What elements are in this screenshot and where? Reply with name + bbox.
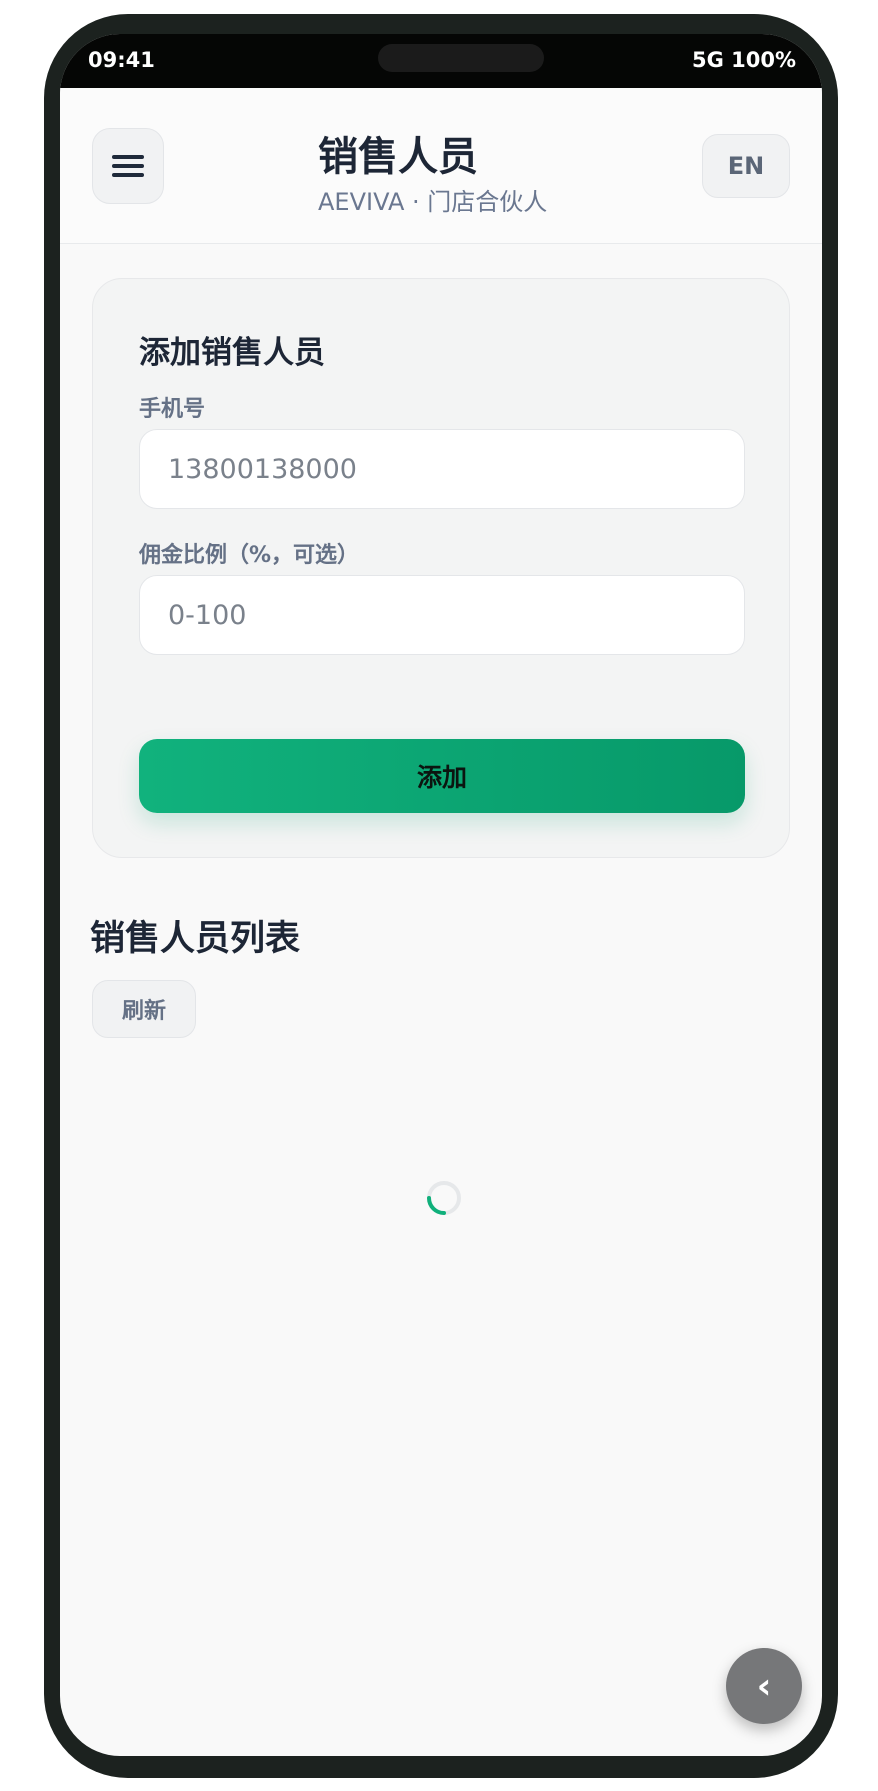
page-header: 销售人员 AEVIVA · 门店合伙人 EN	[60, 88, 822, 244]
hamburger-menu-icon	[112, 155, 144, 177]
salesperson-list-title: 销售人员列表	[90, 919, 301, 959]
language-toggle-button[interactable]: EN	[702, 134, 790, 198]
page-title: 销售人员	[318, 134, 478, 180]
add-card-title: 添加销售人员	[139, 335, 325, 371]
refresh-button[interactable]: 刷新	[92, 980, 196, 1038]
status-bar: 09:41 5G 100%	[60, 34, 822, 88]
menu-button[interactable]	[92, 128, 164, 204]
status-network-battery: 5G 100%	[691, 48, 796, 72]
app-screen: 09:41 5G 100% 销售人员 AEVIVA · 门店合伙人 EN 添加销…	[60, 34, 822, 1756]
commission-input[interactable]	[139, 575, 745, 655]
loading-spinner-icon	[427, 1181, 461, 1215]
phone-label: 手机号	[139, 397, 206, 422]
status-time: 09:41	[88, 48, 155, 72]
camera-notch	[378, 44, 544, 72]
add-salesperson-card: 添加销售人员 手机号 佣金比例（%，可选） 添加	[92, 278, 790, 858]
add-button[interactable]: 添加	[139, 739, 745, 813]
phone-input[interactable]	[139, 429, 745, 509]
chevron-left-icon: ‹	[756, 1665, 772, 1707]
commission-label: 佣金比例（%，可选）	[139, 543, 360, 568]
back-button[interactable]: ‹	[726, 1648, 802, 1724]
page-subtitle: AEVIVA · 门店合伙人	[318, 188, 548, 216]
